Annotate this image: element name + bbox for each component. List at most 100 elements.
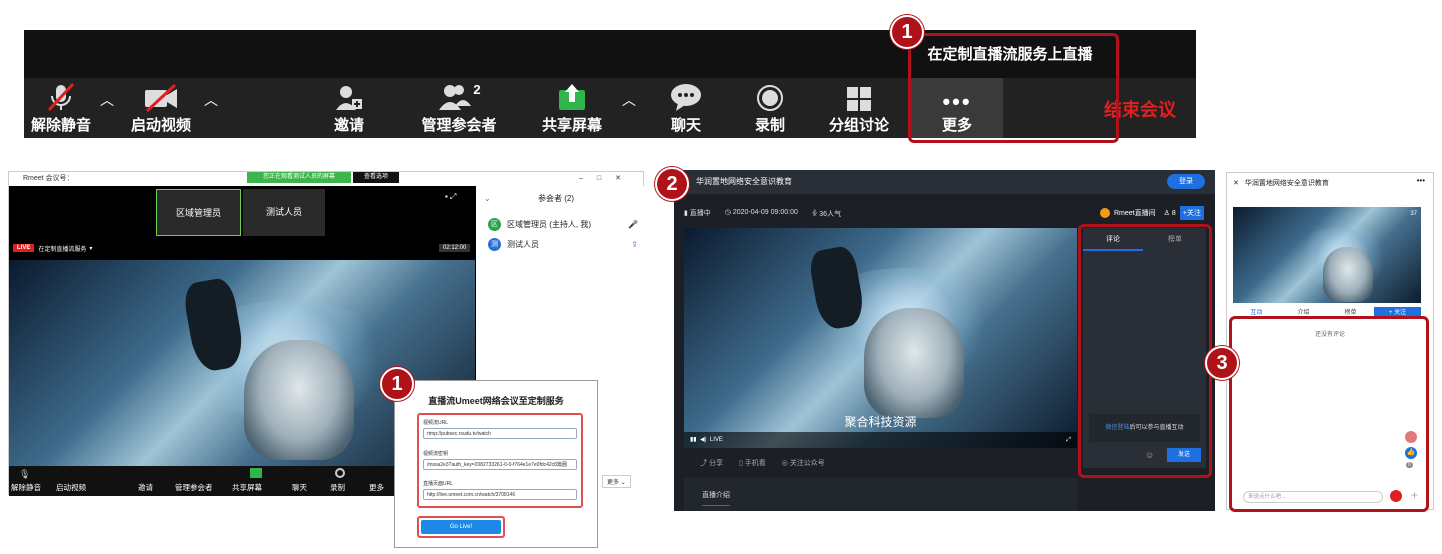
- chevron-up-icon[interactable]: ︿: [204, 90, 218, 110]
- live-web-page: 华润置地网络安全意识教育 登录 ▮ 直播中 ◷ 2020-04-09 09:00…: [674, 170, 1215, 511]
- participant-name: 区域管理员 (主持人, 我): [507, 219, 591, 229]
- stream-url-field[interactable]: rtmp://pubsec.rsudu.tv/watch: [423, 428, 577, 439]
- add-person-icon: [324, 82, 374, 112]
- meeting-timer: 02:12:00: [439, 244, 471, 252]
- followers-count: 8: [1171, 210, 1176, 217]
- video-person: [1323, 247, 1373, 302]
- page-url-label: 直播页面URL: [423, 481, 454, 487]
- share-icon: ⇪: [631, 239, 638, 249]
- login-button[interactable]: 登录: [1167, 174, 1205, 189]
- follow-wechat-button[interactable]: ◎ 关注公众号: [782, 458, 825, 468]
- breakout-label: 分组讨论: [828, 117, 889, 134]
- close-icon[interactable]: ✕: [1233, 180, 1239, 187]
- tile-name: 区域管理员: [175, 208, 221, 218]
- live-status: ▮ 直播中: [684, 210, 711, 217]
- live-label: LIVE: [709, 437, 723, 443]
- video-actions: ⤴ 分享 ▯ 手机看 ◎ 关注公众号: [700, 458, 825, 468]
- comment-highlight-box: [1078, 224, 1212, 478]
- record-label: 录制: [754, 117, 785, 134]
- chevron-up-icon[interactable]: ︿: [100, 90, 114, 110]
- step-badge-1: 1: [890, 15, 924, 49]
- page-url-field[interactable]: http://live.umeet.com.cn/watch/3708146: [423, 489, 577, 500]
- stream-url-label: 视频流URL: [423, 420, 449, 426]
- video-person: [864, 308, 964, 418]
- page-title: 华润置地网络安全意识教育: [696, 177, 792, 186]
- start-video-button[interactable]: 启动视频: [56, 482, 86, 493]
- record-button[interactable]: 录制: [330, 482, 345, 493]
- participants-icon: 2: [412, 82, 506, 112]
- invite-button[interactable]: 邀请: [324, 82, 374, 135]
- breakout-button[interactable]: 分组讨论: [822, 82, 896, 135]
- video-subtitle: 聚合科技资源: [844, 415, 917, 429]
- viewer-count: 37: [1410, 211, 1417, 217]
- start-video-button[interactable]: 启动视频: [124, 82, 198, 135]
- avatar: 区: [488, 217, 501, 231]
- follow-button[interactable]: +关注: [1179, 206, 1204, 220]
- channel-name: Rmeet直播间: [1114, 210, 1156, 217]
- record-icon: [746, 82, 794, 112]
- live-status-text: 直播中: [689, 210, 711, 217]
- more-dots-icon[interactable]: •••: [1417, 176, 1425, 185]
- mobile-video[interactable]: 37: [1233, 207, 1421, 303]
- participants-list: 区 区域管理员 (主持人, 我) 🎤 测 测试人员 ⇪: [488, 214, 638, 254]
- live-date: ◷ 2020-04-09 09:00:00: [724, 209, 798, 216]
- mobile-title: 华润置地网络安全意识教育: [1244, 180, 1329, 187]
- chevron-down-icon: ▾: [89, 245, 93, 252]
- manage-participants-button[interactable]: 2 管理参会者: [412, 82, 506, 135]
- participant-name: 测试人员: [507, 239, 539, 249]
- go-live-button[interactable]: Go Live!: [421, 520, 501, 534]
- participants-header: 参会者 (2): [538, 194, 574, 203]
- window-controls[interactable]: –□✕: [579, 172, 635, 186]
- record-button[interactable]: 录制: [746, 82, 794, 135]
- live-date-text: 2020-04-09 09:00:00: [732, 209, 798, 216]
- grid-icon: [822, 82, 896, 112]
- fullscreen-icon[interactable]: ⤢: [1066, 432, 1077, 448]
- share-screen-button[interactable]: 共享屏幕: [232, 482, 262, 493]
- more-button[interactable]: 更多 ⌄: [602, 475, 631, 488]
- collapse-icon[interactable]: ⌄: [484, 194, 491, 203]
- video-off-icon: [124, 82, 198, 112]
- follow-wechat-label: 关注公众号: [789, 460, 825, 467]
- layout-icons[interactable]: ▪ ⤢: [445, 192, 456, 202]
- step-badge-2: 2: [655, 167, 689, 201]
- chat-button[interactable]: 聊天: [292, 482, 307, 493]
- step-badge-3: 3: [1205, 346, 1239, 380]
- intro-tab[interactable]: 直播介绍: [702, 490, 730, 506]
- share-screen-button[interactable]: 共享屏幕: [534, 82, 610, 135]
- share-label: 分享: [708, 460, 723, 467]
- channel-info: Rmeet直播间 ♙ 8 +关注: [1100, 206, 1204, 220]
- mic-muted-icon: [26, 82, 96, 112]
- share-button[interactable]: ⤴ 分享: [700, 458, 723, 468]
- video-controls[interactable]: ▮▮ ◀) LIVE ⤢: [684, 432, 1077, 448]
- invite-button[interactable]: 邀请: [138, 482, 153, 493]
- video-tile-tester[interactable]: 测试人员: [243, 189, 325, 236]
- live-viewers-text: 36人气: [819, 211, 842, 218]
- live-video[interactable]: 聚合科技资源 ▮▮ ◀) LIVE ⤢: [684, 228, 1077, 448]
- mobile-header: ✕ 华润置地网络安全意识教育: [1233, 178, 1329, 188]
- participant-row[interactable]: 区 区域管理员 (主持人, 我) 🎤: [488, 214, 638, 234]
- participant-row[interactable]: 测 测试人员 ⇪: [488, 234, 638, 254]
- unmute-button[interactable]: 解除静音: [11, 482, 41, 493]
- live-meta: ▮ 直播中 ◷ 2020-04-09 09:00:00 ꆜ 36人气: [684, 208, 841, 219]
- live-status[interactable]: LIVE 在定制直播流服务 ▾: [13, 242, 92, 254]
- highlight-box: [908, 33, 1119, 143]
- unmute-button[interactable]: 解除静音: [26, 82, 96, 135]
- view-options-button[interactable]: 查看选项: [353, 172, 399, 183]
- share-screen-icon: [534, 82, 610, 112]
- mobile-label: 手机看: [744, 460, 766, 467]
- live-status-text: 在定制直播流服务: [38, 246, 87, 253]
- manage-participants-button[interactable]: 管理参会者: [175, 482, 213, 493]
- mobile-button[interactable]: ▯ 手机看: [739, 458, 766, 468]
- more-button[interactable]: 更多: [369, 482, 384, 493]
- chevron-up-icon[interactable]: ︿: [622, 90, 636, 110]
- more-label: 更多: [607, 480, 620, 486]
- start-video-label: 启动视频: [130, 117, 191, 134]
- stream-key-label: 视频流密钥: [423, 451, 449, 457]
- chat-button[interactable]: 聊天: [662, 82, 710, 135]
- stream-key-field[interactable]: /mssa2e3?auth_key=2082733261-0-0-f764e1e…: [423, 459, 577, 470]
- followers: ♙ 8: [1163, 210, 1176, 217]
- invite-label: 邀请: [333, 117, 364, 134]
- video-tile-admin[interactable]: 区域管理员: [156, 189, 241, 236]
- tile-name: 测试人员: [265, 207, 302, 217]
- manage-participants-label: 管理参会者: [421, 117, 497, 134]
